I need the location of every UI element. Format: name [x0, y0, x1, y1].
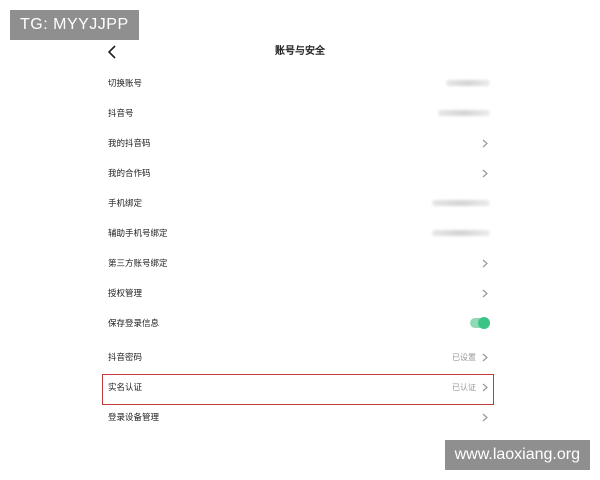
blurred-value	[438, 110, 490, 116]
row-douyin-password[interactable]: 抖音密码 已设置	[102, 342, 496, 372]
row-label: 切换账号	[108, 79, 143, 89]
row-douyin-id[interactable]: 抖音号	[102, 98, 496, 128]
blurred-value	[432, 200, 490, 206]
row-label: 授权管理	[108, 289, 143, 299]
chevron-right-icon	[480, 258, 490, 268]
chevron-right-icon	[480, 288, 490, 298]
row-save-login-info: 保存登录信息	[102, 308, 496, 338]
watermark-top-left: TG: MYYJJPP	[10, 10, 139, 40]
row-my-cooperation-code[interactable]: 我的合作码	[102, 158, 496, 188]
row-label: 我的抖音码	[108, 139, 151, 149]
row-phone-binding[interactable]: 手机绑定	[102, 188, 496, 218]
row-secondary-phone-binding[interactable]: 辅助手机号绑定	[102, 218, 496, 248]
row-label: 实名认证	[108, 383, 143, 393]
row-label: 抖音号	[108, 109, 134, 119]
row-authorization-management[interactable]: 授权管理	[102, 278, 496, 308]
row-login-device-management[interactable]: 登录设备管理	[102, 402, 496, 432]
row-label: 保存登录信息	[108, 319, 160, 329]
toggle-knob	[478, 317, 490, 329]
watermark-bottom-right: www.laoxiang.org	[444, 440, 590, 470]
row-value: 已认证	[452, 382, 476, 392]
row-label: 登录设备管理	[108, 413, 160, 423]
chevron-right-icon	[480, 412, 490, 422]
chevron-right-icon	[480, 382, 490, 392]
row-label: 我的合作码	[108, 169, 151, 179]
row-label: 抖音密码	[108, 353, 143, 363]
row-label: 手机绑定	[108, 199, 143, 209]
row-real-name-verification[interactable]: 实名认证 已认证	[102, 372, 496, 402]
page-title: 账号与安全	[275, 46, 325, 57]
row-label: 辅助手机号绑定	[108, 229, 168, 239]
chevron-right-icon	[480, 138, 490, 148]
blurred-value	[432, 230, 490, 236]
row-value: 已设置	[452, 352, 476, 362]
save-login-toggle[interactable]	[470, 317, 490, 329]
blurred-value	[446, 80, 490, 86]
chevron-right-icon	[480, 352, 490, 362]
settings-list: 切换账号 抖音号 我的抖音码 我的合作码 手机绑定 辅助手机号绑定 第三方账号绑…	[102, 68, 496, 432]
row-my-douyin-code[interactable]: 我的抖音码	[102, 128, 496, 158]
row-third-party-binding[interactable]: 第三方账号绑定	[102, 248, 496, 278]
row-label: 第三方账号绑定	[108, 259, 168, 269]
row-switch-account[interactable]: 切换账号	[102, 68, 496, 98]
chevron-right-icon	[480, 168, 490, 178]
